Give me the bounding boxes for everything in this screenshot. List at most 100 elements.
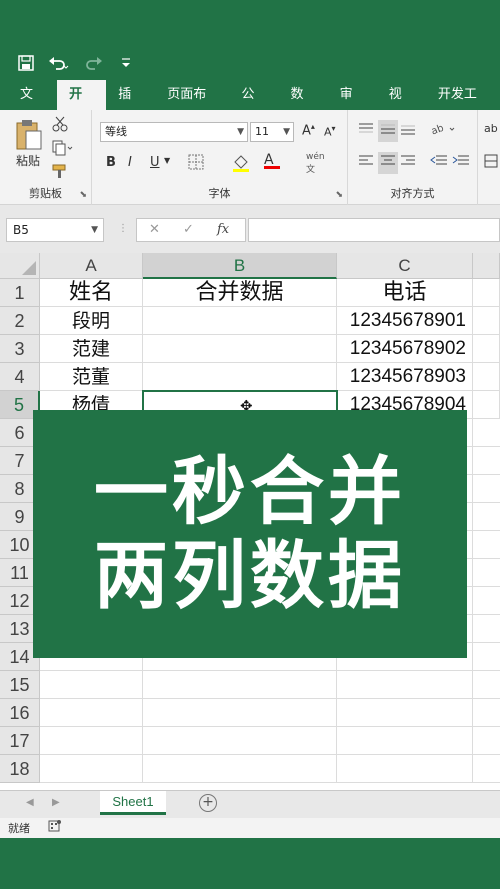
cell-b1[interactable]: 合并数据 — [143, 279, 337, 307]
font-name-dropdown[interactable]: 等线 ▼ — [100, 122, 248, 142]
alignment-group-label: 对齐方式 — [390, 187, 435, 200]
name-box[interactable]: B5 ▼ — [6, 218, 104, 242]
align-bottom-icon[interactable] — [400, 122, 416, 140]
cell[interactable] — [473, 279, 500, 307]
enter-icon[interactable]: ✓ — [183, 222, 194, 237]
prev-sheet-icon[interactable]: ◀ — [26, 797, 34, 808]
column-header-a[interactable]: A — [40, 253, 143, 279]
font-launcher-icon[interactable]: ⬊ — [335, 190, 343, 200]
paste-icon[interactable] — [14, 118, 44, 156]
format-painter-icon[interactable] — [52, 163, 70, 183]
cell[interactable] — [473, 307, 500, 335]
macro-record-icon[interactable] — [48, 820, 62, 835]
align-center-icon[interactable] — [378, 152, 398, 174]
redo-icon[interactable] — [84, 55, 106, 75]
tab-page-layout[interactable]: 页面布局 — [155, 80, 229, 132]
alignment-group: ab 对齐方式 — [348, 110, 478, 205]
cell-a2[interactable]: 段明 — [40, 307, 143, 335]
cell-c4[interactable]: 12345678903 — [337, 363, 473, 391]
quick-access-toolbar — [0, 50, 500, 80]
increase-indent-icon[interactable] — [452, 154, 470, 172]
grow-font-label: A — [302, 123, 311, 139]
wrap-text-icon[interactable]: ab — [484, 122, 498, 135]
paste-label[interactable]: 粘贴 — [16, 152, 40, 169]
underline-button[interactable]: U — [150, 155, 160, 170]
clipboard-group-label: 剪贴板 — [29, 187, 62, 200]
cell-c3[interactable]: 12345678902 — [337, 335, 473, 363]
cell-a3[interactable]: 范建 — [40, 335, 143, 363]
cell-a4[interactable]: 范董 — [40, 363, 143, 391]
row-header[interactable]: 15 — [0, 671, 40, 699]
save-icon[interactable] — [18, 55, 34, 75]
font-color-icon[interactable]: A — [264, 152, 280, 169]
svg-text:ab: ab — [432, 123, 445, 136]
fill-color-icon[interactable] — [232, 154, 254, 176]
row-header[interactable]: 1 — [0, 279, 40, 307]
next-sheet-icon[interactable]: ▶ — [52, 797, 60, 808]
cut-icon[interactable] — [52, 116, 68, 136]
tab-review[interactable]: 审阅 — [328, 80, 377, 132]
decrease-indent-icon[interactable] — [430, 154, 448, 172]
add-sheet-icon[interactable]: + — [199, 794, 217, 812]
align-middle-icon[interactable] — [378, 120, 398, 142]
tab-insert[interactable]: 插入 — [106, 80, 155, 132]
copy-icon[interactable] — [52, 140, 74, 160]
tab-developer[interactable]: 开发工具 — [426, 80, 500, 132]
align-top-icon[interactable] — [358, 122, 374, 140]
row-header[interactable]: 16 — [0, 699, 40, 727]
row-header[interactable]: 17 — [0, 727, 40, 755]
chevron-down-icon: ▼ — [237, 127, 244, 137]
tab-data[interactable]: 数据 — [279, 80, 328, 132]
chevron-down-icon[interactable]: ▼ — [91, 219, 98, 241]
row-header[interactable]: 18 — [0, 755, 40, 783]
merge-icon[interactable] — [484, 154, 498, 172]
shrink-font-label: A — [324, 125, 332, 139]
cell-c1[interactable]: 电话 — [337, 279, 473, 307]
cell-a1[interactable]: 姓名 — [40, 279, 143, 307]
cell-c2[interactable]: 12345678901 — [337, 307, 473, 335]
italic-button[interactable]: I — [128, 155, 132, 170]
cell[interactable] — [473, 335, 500, 363]
cancel-icon[interactable]: ✕ — [149, 222, 160, 237]
status-bar: 就绪 — [0, 818, 500, 838]
insert-function-icon[interactable]: fx — [217, 222, 229, 237]
cell-b2[interactable] — [143, 307, 337, 335]
undo-icon[interactable] — [48, 55, 70, 75]
column-header-b[interactable]: B — [143, 253, 337, 279]
overlay-title-line1: 一秒合并 — [94, 449, 406, 535]
clipboard-launcher-icon[interactable]: ⬊ — [79, 190, 87, 200]
tab-view[interactable]: 视图 — [377, 80, 426, 132]
tab-home[interactable]: 开始 — [57, 80, 107, 132]
column-header-c[interactable]: C — [337, 253, 473, 279]
row-header[interactable]: 2 — [0, 307, 40, 335]
divider-dots: ⋮ — [118, 223, 128, 234]
formula-input[interactable] — [248, 218, 500, 242]
phonetic-icon[interactable]: wén 文 — [306, 152, 325, 175]
cell-b3[interactable] — [143, 335, 337, 363]
grow-font-button[interactable]: A▴ — [302, 122, 315, 138]
ribbon-tabs: 文件 开始 插入 页面布局 公式 数据 审阅 视图 开发工具 — [0, 80, 500, 132]
cell-b4[interactable] — [143, 363, 337, 391]
bold-button[interactable]: B — [106, 155, 116, 170]
chevron-down-icon[interactable]: ▼ — [164, 156, 170, 165]
tab-file[interactable]: 文件 — [8, 80, 57, 132]
column-header-d[interactable] — [473, 253, 500, 279]
shrink-font-button[interactable]: A▾ — [324, 124, 336, 139]
status-ready: 就绪 — [8, 822, 30, 835]
title-overlay: 一秒合并 两列数据 — [33, 410, 467, 658]
row-header[interactable]: 4 — [0, 363, 40, 391]
customize-icon[interactable] — [120, 56, 132, 74]
sheet-tab-sheet1[interactable]: Sheet1 — [100, 791, 166, 815]
tab-formulas[interactable]: 公式 — [229, 80, 278, 132]
font-size-dropdown[interactable]: 11 ▼ — [250, 122, 294, 142]
cell[interactable] — [473, 391, 500, 419]
sheet-tab-bar: ◀ ▶ Sheet1 + — [0, 790, 500, 818]
orientation-icon[interactable]: ab — [430, 122, 458, 140]
select-all-button[interactable] — [0, 253, 40, 279]
align-right-icon[interactable] — [400, 154, 416, 172]
border-icon[interactable] — [188, 154, 204, 174]
row-header[interactable]: 3 — [0, 335, 40, 363]
align-left-icon[interactable] — [358, 154, 374, 172]
cell[interactable] — [473, 363, 500, 391]
formula-bar: B5 ▼ ⋮ ✕ ✓ fx — [0, 205, 500, 253]
